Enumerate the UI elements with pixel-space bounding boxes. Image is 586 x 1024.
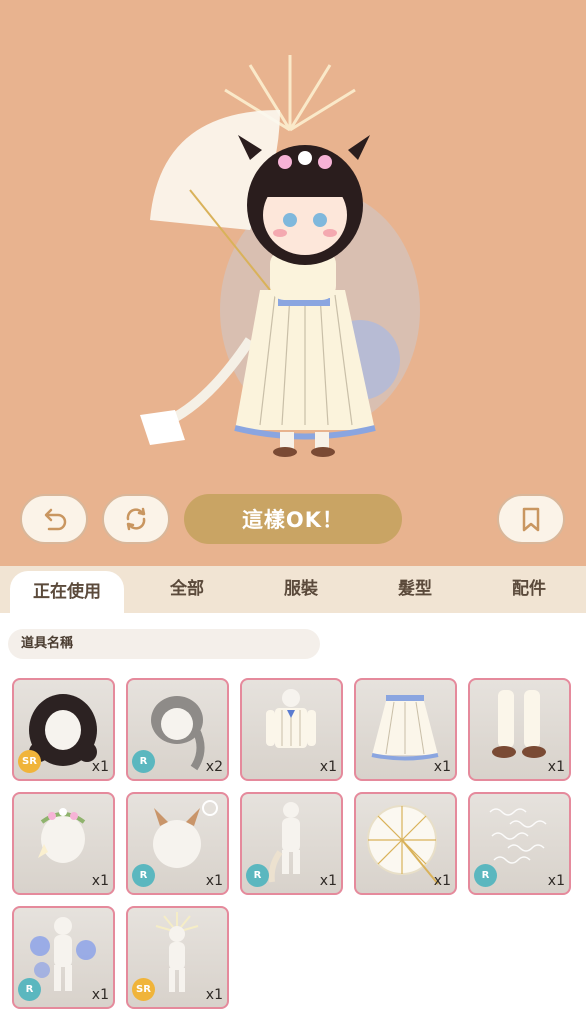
rarity-badge: R [474, 864, 497, 887]
item-card-socks-shoes[interactable]: x1 [468, 678, 571, 781]
item-card-tail[interactable]: R x1 [240, 792, 343, 895]
item-card-horns[interactable]: R x1 [126, 792, 229, 895]
item-card-striped-shirt[interactable]: x1 [240, 678, 343, 781]
item-quantity: x1 [91, 873, 109, 889]
confirm-ok-button[interactable]: 這樣OK！ [184, 494, 402, 544]
rarity-badge: SR [18, 750, 41, 773]
rotate-icon [126, 507, 146, 531]
undo-icon [44, 508, 67, 531]
undo-button[interactable] [20, 494, 88, 544]
item-card-striped-skirt[interactable]: x1 [354, 678, 457, 781]
rarity-badge: R [132, 750, 155, 773]
tab-all[interactable]: 全部 [130, 566, 244, 613]
item-quantity: x1 [433, 759, 451, 775]
tab-in-use[interactable]: 正在使用 [10, 571, 124, 613]
item-quantity: x1 [91, 987, 109, 1003]
item-card-hair-dark-curly[interactable]: SR x1 [12, 678, 115, 781]
item-quantity: x1 [91, 759, 109, 775]
bookmark-button[interactable] [497, 494, 565, 544]
avatar-preview-stage [0, 0, 586, 566]
bookmark-icon [522, 507, 540, 532]
item-quantity: x1 [433, 873, 451, 889]
item-card-lace-umbrella[interactable]: x1 [354, 792, 457, 895]
item-quantity: x1 [547, 873, 565, 889]
item-quantity: x1 [547, 759, 565, 775]
item-card-hair-gray-braid[interactable]: R x2 [126, 678, 229, 781]
item-card-blue-aura-effect[interactable]: R x1 [12, 906, 115, 1009]
rarity-badge: R [18, 978, 41, 1001]
rarity-badge: R [132, 864, 155, 887]
rarity-badge: SR [132, 978, 155, 1001]
item-quantity: x1 [319, 873, 337, 889]
item-quantity: x1 [205, 873, 223, 889]
rotate-button[interactable] [102, 494, 170, 544]
item-quantity: x1 [319, 759, 337, 775]
tab-accessories[interactable]: 配件 [472, 566, 586, 613]
item-name-search-input[interactable]: 道具名稱 [8, 629, 320, 659]
item-card-flower-crown[interactable]: x1 [12, 792, 115, 895]
tab-hairstyle[interactable]: 髮型 [358, 566, 472, 613]
tab-clothing[interactable]: 服裝 [244, 566, 358, 613]
avatar-figure [140, 55, 420, 457]
item-quantity: x2 [205, 759, 223, 775]
item-card-script-effect[interactable]: R x1 [468, 792, 571, 895]
item-card-halo-effect[interactable]: SR x1 [126, 906, 229, 1009]
item-quantity: x1 [205, 987, 223, 1003]
rarity-badge: R [246, 864, 269, 887]
category-tabs: 正在使用 全部 服裝 髮型 配件 [0, 566, 586, 613]
